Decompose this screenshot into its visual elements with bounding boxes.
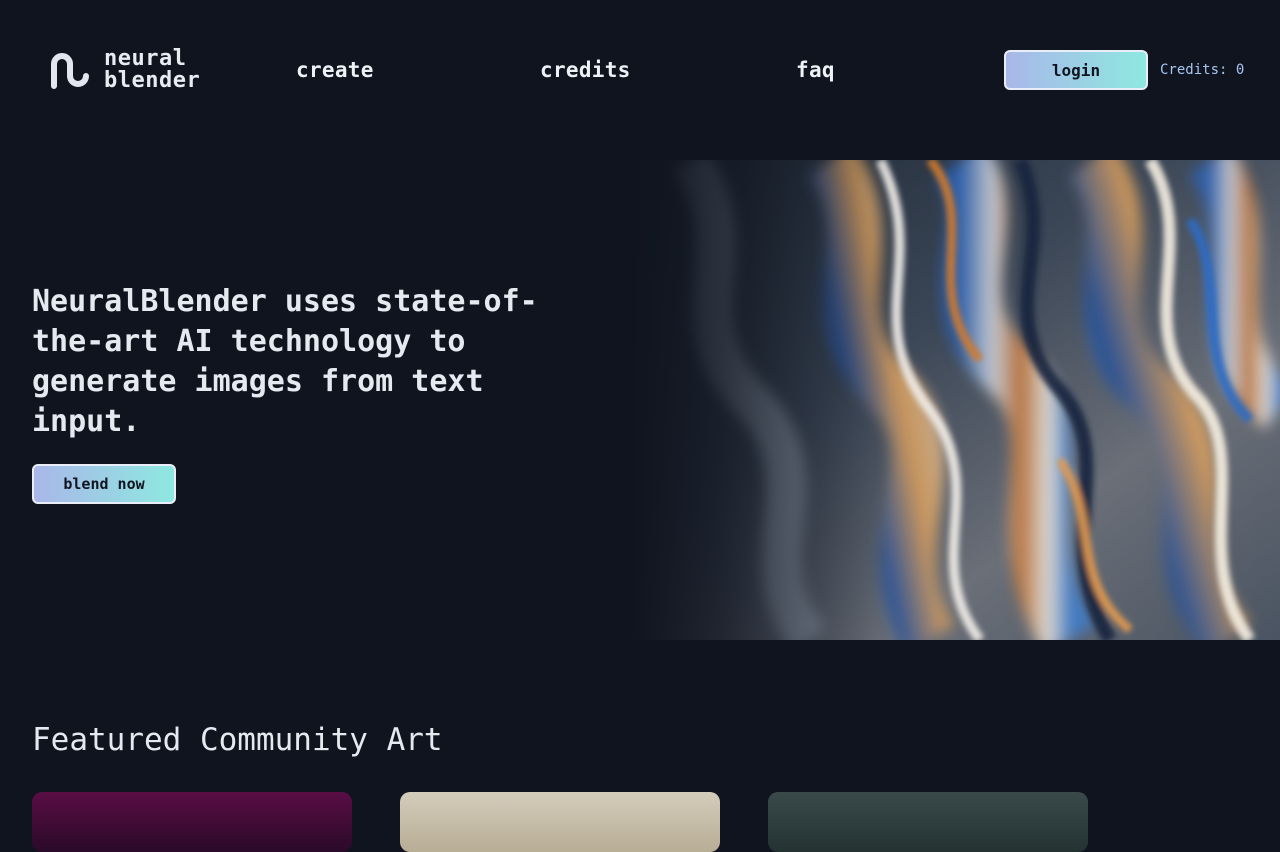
wave-logo-icon <box>46 48 90 92</box>
nav-faq[interactable]: faq <box>796 58 835 82</box>
community-art-card-2[interactable] <box>400 792 720 852</box>
hero-image <box>630 160 1280 640</box>
hero-heading: NeuralBlender uses state-of-the-art AI t… <box>32 284 538 439</box>
logo-line-2: blender <box>104 68 201 93</box>
featured-title: Featured Community Art <box>32 722 443 758</box>
blend-now-button[interactable]: blend now <box>32 464 176 504</box>
credits-counter: Credits: 0 <box>1160 62 1245 78</box>
nav-credits[interactable]: credits <box>540 58 631 82</box>
logo-wordmark: neural blender <box>104 48 200 92</box>
site-header: neural blender create credits faq login … <box>0 0 1280 140</box>
login-button[interactable]: login <box>1004 50 1148 90</box>
logo[interactable]: neural blender <box>46 48 200 92</box>
community-art-card-1[interactable] <box>32 792 352 852</box>
nav-create[interactable]: create <box>296 58 374 82</box>
community-art-card-3[interactable] <box>768 792 1088 852</box>
logo-line-1: neural <box>104 46 187 71</box>
